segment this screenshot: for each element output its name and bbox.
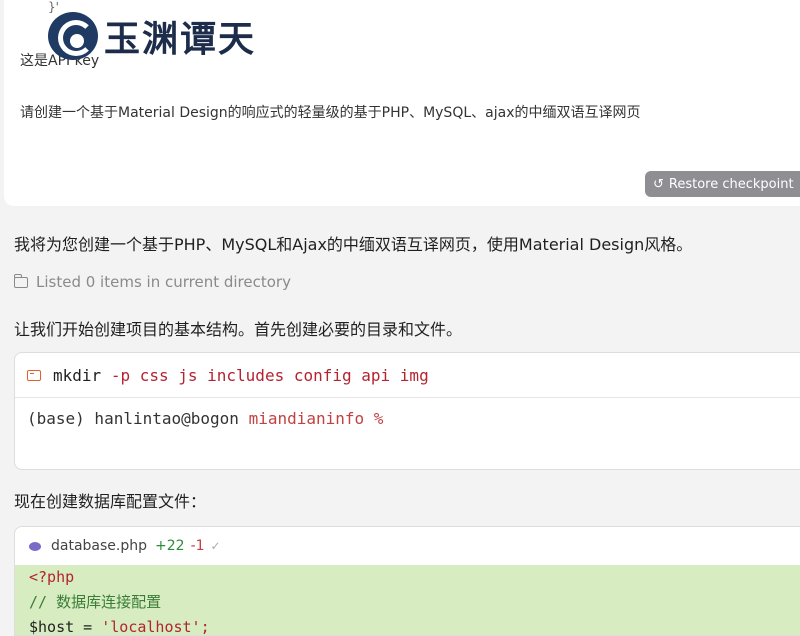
code-line: <?php (29, 568, 75, 586)
watermark-text: 玉渊谭天 (104, 18, 257, 60)
restore-checkpoint-label: Restore checkpoint (668, 176, 794, 192)
terminal-card[interactable]: mkdir -p css js includes config api img … (14, 352, 800, 470)
terminal-command: mkdir -p css js includes config api img (15, 353, 800, 398)
command-args: -p css js includes config api img (110, 365, 429, 385)
code-filename: database.php (51, 538, 148, 554)
code-string: 'localhost'; (101, 618, 210, 636)
db-config-text: 现在创建数据库配置文件： (14, 492, 207, 511)
assistant-intro: 我将为您创建一个基于PHP、MySQL和Ajax的中缅双语互译网页，使用Mate… (14, 235, 693, 254)
php-file-icon (29, 541, 41, 551)
terminal-output: (base) hanlintao@bogon miandianinfo % (15, 398, 800, 428)
terminal-icon (27, 369, 41, 381)
command-name: mkdir (53, 365, 102, 385)
restore-checkpoint-button[interactable]: ↺ Restore checkpoint (645, 171, 800, 197)
restore-icon: ↺ (653, 176, 664, 192)
listed-items-label: Listed 0 items in current directory (36, 273, 291, 291)
user-message-card: }' 这是API key 请创建一个基于Material Design的响应式的… (4, 0, 800, 206)
watermark-logo-icon (48, 12, 98, 60)
listed-items-status[interactable]: Listed 0 items in current directory (13, 273, 291, 291)
code-line: // 数据库连接配置 (29, 593, 162, 611)
code-line: $host = 'localhost'; (29, 615, 800, 636)
code-body: <?php // 数据库连接配置 $host = 'localhost'; (15, 565, 800, 636)
terminal-prompt-user: (base) hanlintao@bogon (27, 409, 239, 428)
folder-icon (13, 273, 28, 288)
assistant-start-text: 让我们开始创建项目的基本结构。首先创建必要的目录和文件。 (14, 320, 463, 339)
code-file-card[interactable]: database.php +22 -1 ✓ <?php // 数据库连接配置 $… (14, 526, 800, 636)
lines-removed: -1 (190, 538, 205, 554)
code-var: $host = (29, 618, 102, 636)
check-icon: ✓ (210, 539, 221, 553)
code-file-header[interactable]: database.php +22 -1 ✓ (15, 527, 800, 565)
watermark: 玉渊谭天 (48, 10, 256, 62)
terminal-prompt-dir: miandianinfo % (248, 409, 384, 428)
request-line: 请创建一个基于Material Design的响应式的轻量级的基于PHP、MyS… (20, 105, 641, 121)
lines-added: +22 (155, 538, 185, 554)
